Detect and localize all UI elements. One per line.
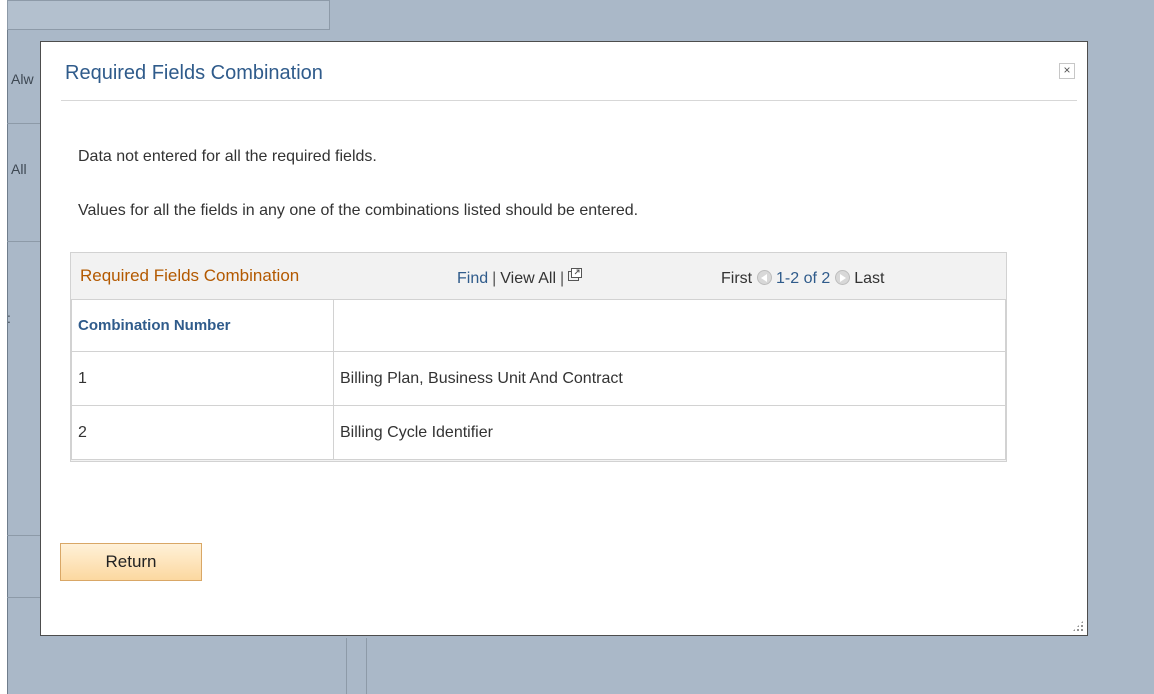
error-message: Data not entered for all the required fi… <box>78 148 377 165</box>
background-text: : <box>7 310 11 326</box>
table-row: 2 Billing Cycle Identifier <box>71 405 1006 460</box>
next-arrow-icon[interactable] <box>834 270 850 285</box>
dialog-title: Required Fields Combination <box>65 62 323 84</box>
required-fields-dialog: Required Fields Combination × Data not e… <box>40 41 1088 636</box>
resize-grip-icon[interactable] <box>1072 620 1084 632</box>
column-header-combination-number: Combination Number <box>71 299 334 352</box>
nav-separator: | <box>560 270 565 287</box>
table-header-row: Combination Number <box>71 299 1006 352</box>
nav-separator: | <box>492 270 497 287</box>
column-header-fields <box>333 299 1006 352</box>
instruction-message: Values for all the fields in any one of … <box>78 202 639 219</box>
find-link[interactable]: Find <box>457 270 488 287</box>
background-border <box>7 0 8 694</box>
background-divider <box>366 638 367 694</box>
background-divider <box>7 241 41 242</box>
combination-number-cell: 1 <box>71 351 334 406</box>
combination-table: Combination Number 1 Billing Plan, Busin… <box>71 299 1006 460</box>
background-text: Alw <box>11 71 34 87</box>
background-text: All <box>11 161 27 177</box>
combination-fields-cell: Billing Cycle Identifier <box>333 405 1006 460</box>
grid-nav-links: Find | View All | <box>457 268 583 288</box>
previous-arrow-icon[interactable] <box>756 270 772 285</box>
row-range: 1-2 of 2 <box>776 270 831 287</box>
view-all-link[interactable]: View All <box>500 270 556 287</box>
table-row: 1 Billing Plan, Business Unit And Contra… <box>71 351 1006 406</box>
grid-header: Required Fields Combination Find | View Al… <box>71 253 1006 299</box>
combination-number-cell: 2 <box>71 405 334 460</box>
background-divider <box>346 638 347 694</box>
grid-title: Required Fields Combination <box>80 266 300 285</box>
background-divider <box>7 597 41 598</box>
first-link[interactable]: First <box>721 270 752 287</box>
title-divider <box>61 100 1077 101</box>
last-link[interactable]: Last <box>854 270 884 287</box>
combination-fields-cell: Billing Plan, Business Unit And Contract <box>333 351 1006 406</box>
return-button[interactable]: Return <box>60 543 202 581</box>
background-box <box>7 0 330 30</box>
grid-pagination: First 1-2 of 2 Last <box>721 270 884 288</box>
background-divider <box>7 123 41 124</box>
new-window-icon[interactable] <box>568 268 583 281</box>
combination-grid: Required Fields Combination Find | View Al… <box>70 252 1007 462</box>
close-icon[interactable]: × <box>1059 63 1075 79</box>
background-divider <box>7 535 41 536</box>
